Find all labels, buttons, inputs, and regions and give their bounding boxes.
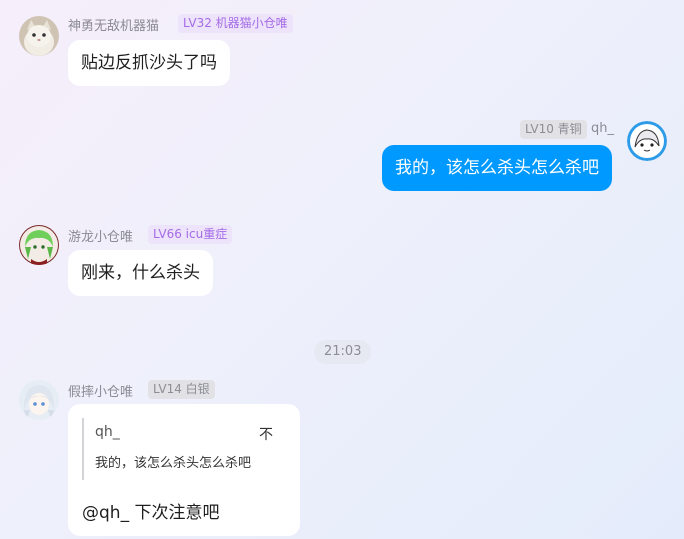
message-bubble[interactable]: 贴边反抓沙头了吗 xyxy=(68,40,230,86)
anime-avatar-icon[interactable] xyxy=(627,121,667,161)
quote-author: qh_ xyxy=(95,424,120,440)
level-badge: LV32 机器猫小仓唯 xyxy=(178,14,293,33)
reply-text: @qh_ 下次注意吧 xyxy=(82,503,220,523)
cat-avatar-icon[interactable] xyxy=(19,16,59,56)
sender-name[interactable]: 游龙小仓唯 xyxy=(68,226,133,245)
sender-name[interactable]: 假摔小仓唯 xyxy=(68,381,133,400)
timestamp: 21:03 xyxy=(314,340,372,364)
reply-bubble[interactable]: qh_ 不 我的，该怎么杀头怎么杀吧 @qh_ 下次注意吧 xyxy=(68,404,300,536)
level-badge: LV66 icu重症 xyxy=(148,225,233,244)
sender-name[interactable]: qh_ xyxy=(591,121,614,136)
level-badge: LV14 白银 xyxy=(148,380,215,399)
sender-name[interactable]: 神勇无敌机器猫 xyxy=(68,15,159,34)
quote-more: 不 xyxy=(259,427,273,443)
message-bubble[interactable]: 刚来，什么杀头 xyxy=(68,250,213,296)
message-bubble[interactable]: 我的，该怎么杀头怎么杀吧 xyxy=(382,145,612,191)
green-hair-avatar-icon[interactable] xyxy=(19,225,59,265)
quote-text: 我的，该怎么杀头怎么杀吧 xyxy=(95,456,252,471)
silver-hair-avatar-icon[interactable] xyxy=(19,380,59,420)
quote-bar xyxy=(82,418,84,480)
level-badge: LV10 青铜 xyxy=(520,120,587,139)
